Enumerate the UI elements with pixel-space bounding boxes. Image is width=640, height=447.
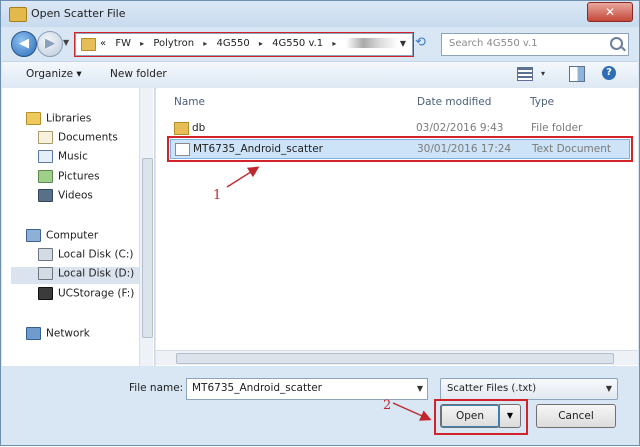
documents-icon xyxy=(38,131,53,144)
sidebar-item-local-disk-d[interactable]: Local Disk (D:) xyxy=(11,267,141,284)
sidebar-item-label: Local Disk (C:) xyxy=(58,248,134,261)
chevron-right-icon[interactable]: ▸ xyxy=(259,39,263,48)
sidebar-item-ucstorage-f[interactable]: UCStorage (F:) xyxy=(38,287,134,304)
app-icon xyxy=(9,7,27,22)
sidebar-item-local-disk-c[interactable]: Local Disk (C:) xyxy=(38,248,134,265)
address-bar[interactable]: « FW ▸ Polytron ▸ 4G550 ▸ 4G550 v.1 ▸ ▼ xyxy=(75,33,413,56)
navigation-pane: Libraries Documents Music Pictures Video… xyxy=(2,88,155,366)
title-bar: Open Scatter File ✕ xyxy=(1,1,639,27)
breadcrumb-4g550-v1[interactable]: 4G550 v.1 xyxy=(272,38,323,49)
drive-icon xyxy=(38,248,53,261)
views-icon[interactable] xyxy=(517,67,533,81)
forward-button[interactable]: ▶ xyxy=(37,31,63,57)
search-icon xyxy=(610,37,623,50)
file-type-value: Scatter Files (.txt) xyxy=(447,383,537,394)
column-header-name[interactable]: Name xyxy=(174,96,205,108)
preview-pane-icon[interactable] xyxy=(569,66,585,82)
column-header-type[interactable]: Type xyxy=(530,96,554,108)
cancel-button[interactable]: Cancel xyxy=(536,404,616,428)
address-dropdown-button[interactable]: ▼ xyxy=(400,39,406,48)
sidebar-scrollbar[interactable] xyxy=(139,88,153,366)
breadcrumb-overflow[interactable]: « xyxy=(100,38,106,49)
search-input[interactable]: Search 4G550 v.1 xyxy=(441,33,629,56)
annotation-marker-1: 1 xyxy=(213,188,222,203)
refresh-button[interactable]: ⟲ xyxy=(415,35,426,50)
window-title: Open Scatter File xyxy=(31,7,126,20)
command-toolbar: Organize ▾ New folder ▾ ? xyxy=(2,61,638,89)
computer-icon xyxy=(26,229,41,242)
views-dropdown-button[interactable]: ▾ xyxy=(541,69,545,78)
column-header-date-modified[interactable]: Date modified xyxy=(417,96,491,108)
help-icon[interactable]: ? xyxy=(602,66,616,80)
scrollbar-thumb[interactable] xyxy=(176,353,614,364)
back-button[interactable]: ◀ xyxy=(11,31,37,57)
chevron-right-icon[interactable]: ▸ xyxy=(140,39,144,48)
file-list-pane: Name Date modified Type db 03/02/2016 9:… xyxy=(156,88,638,366)
organize-menu-button[interactable]: Organize ▾ xyxy=(26,68,82,80)
scrollbar-thumb[interactable] xyxy=(142,158,153,338)
breadcrumb-fw[interactable]: FW xyxy=(115,38,131,49)
sidebar-item-label: UCStorage (F:) xyxy=(58,287,135,300)
file-type-select[interactable]: Scatter Files (.txt) ▼ xyxy=(440,378,618,400)
annotation-highlight-open xyxy=(434,399,528,435)
libraries-icon xyxy=(26,112,41,125)
chevron-right-icon[interactable]: ▸ xyxy=(203,39,207,48)
recent-locations-dropdown[interactable]: ▼ xyxy=(63,38,69,47)
drive-icon xyxy=(38,267,53,280)
blurred-breadcrumb xyxy=(345,38,398,48)
drive-icon xyxy=(38,287,53,300)
sidebar-item-label: Music xyxy=(58,150,88,163)
sidebar-item-pictures[interactable]: Pictures xyxy=(38,170,100,187)
chevron-right-icon[interactable]: ▸ xyxy=(332,39,336,48)
sidebar-item-videos[interactable]: Videos xyxy=(38,189,93,206)
sidebar-item-label: Libraries xyxy=(46,112,92,125)
music-icon xyxy=(38,150,53,163)
folder-icon xyxy=(174,122,189,135)
sidebar-item-label: Computer xyxy=(46,229,99,242)
breadcrumb-polytron[interactable]: Polytron xyxy=(153,38,194,49)
sidebar-item-label: Local Disk (D:) xyxy=(58,267,135,280)
file-name-field[interactable]: ▼ xyxy=(186,378,428,400)
file-type: File folder xyxy=(531,122,583,134)
navigation-bar: ◀ ▶ ▼ « FW ▸ Polytron ▸ 4G550 ▸ 4G550 v.… xyxy=(1,28,639,60)
chevron-down-icon: ▼ xyxy=(605,384,612,393)
open-file-dialog: Open Scatter File ✕ ◀ ▶ ▼ « FW ▸ Polytro… xyxy=(0,0,640,446)
file-row[interactable]: db 03/02/2016 9:43 File folder xyxy=(170,119,628,137)
folder-icon xyxy=(81,38,96,51)
sidebar-item-computer[interactable]: Computer xyxy=(26,229,98,246)
sidebar-item-label: Videos xyxy=(58,189,93,202)
sidebar-item-documents[interactable]: Documents xyxy=(38,131,118,148)
dialog-footer: File name: ▼ Scatter Files (.txt) ▼ Open… xyxy=(2,367,638,444)
search-placeholder: Search 4G550 v.1 xyxy=(449,38,538,49)
sidebar-item-libraries[interactable]: Libraries xyxy=(26,112,91,129)
close-button[interactable]: ✕ xyxy=(587,2,633,22)
file-name: db xyxy=(192,122,206,134)
sidebar-item-network[interactable]: Network xyxy=(26,327,90,344)
file-date: 03/02/2016 9:43 xyxy=(416,122,504,134)
videos-icon xyxy=(38,189,53,202)
annotation-marker-2: 2 xyxy=(383,398,392,413)
new-folder-button[interactable]: New folder xyxy=(110,68,167,80)
breadcrumb-4g550[interactable]: 4G550 xyxy=(217,38,250,49)
sidebar-item-label: Network xyxy=(46,327,90,340)
sidebar-item-music[interactable]: Music xyxy=(38,150,88,167)
file-list-scrollbar[interactable] xyxy=(156,350,638,365)
file-name-input[interactable] xyxy=(190,381,406,395)
file-name-label: File name: xyxy=(129,382,184,394)
pictures-icon xyxy=(38,170,53,183)
chevron-down-icon[interactable]: ▼ xyxy=(417,384,423,393)
annotation-highlight-file xyxy=(167,136,633,162)
network-icon xyxy=(26,327,41,340)
sidebar-item-label: Pictures xyxy=(58,170,100,183)
sidebar-item-label: Documents xyxy=(58,131,118,144)
breadcrumb: « FW ▸ Polytron ▸ 4G550 ▸ 4G550 v.1 ▸ xyxy=(100,38,404,49)
